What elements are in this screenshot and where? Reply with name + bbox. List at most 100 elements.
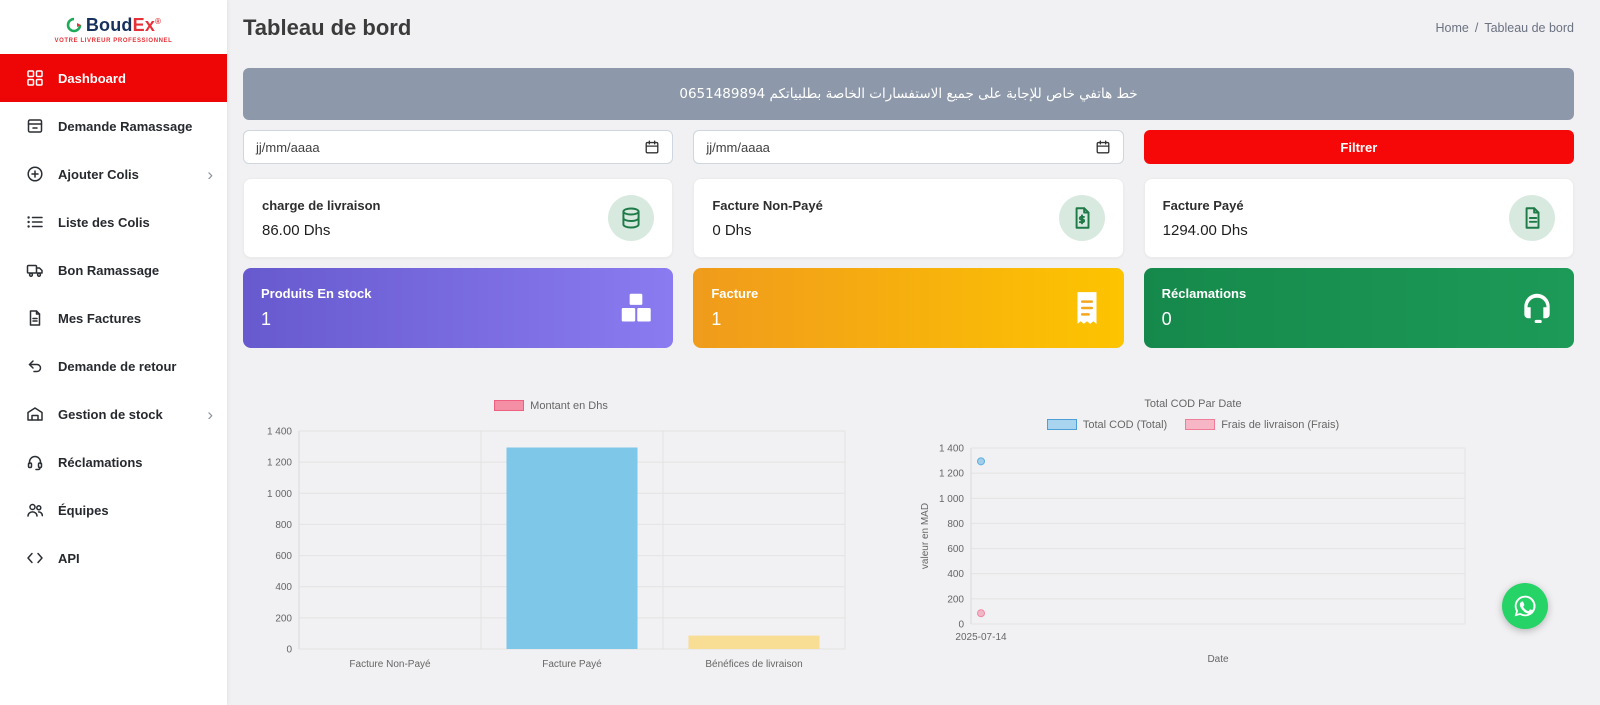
svg-text:800: 800 [947, 519, 964, 530]
dashboard-grid-icon [27, 70, 43, 86]
whatsapp-button[interactable] [1502, 583, 1548, 629]
stat-cards-row: charge de livraison 86.00 Dhs Facture No… [243, 178, 1574, 258]
date-from-input[interactable]: jj/mm/aaaa [243, 130, 674, 164]
svg-text:Bénéfices de livraison: Bénéfices de livraison [705, 659, 802, 670]
chevron-right-icon: › [207, 164, 213, 184]
color-card-reclamations: Réclamations 0 [1143, 268, 1574, 348]
breadcrumb-home[interactable]: Home [1436, 21, 1469, 35]
breadcrumb-separator: / [1474, 21, 1479, 35]
calendar-icon[interactable] [644, 139, 660, 155]
filter-button[interactable]: Filtrer [1143, 130, 1574, 164]
stat-card-charge-de-livraison: charge de livraison 86.00 Dhs [243, 178, 674, 258]
filter-bar: jj/mm/aaaa jj/mm/aaaa Filtrer [243, 130, 1574, 164]
parcel-boxes-icon [622, 293, 652, 322]
chevron-right-icon: › [207, 404, 213, 424]
parcel-list-icon [27, 216, 43, 228]
svg-text:Facture Payé: Facture Payé [542, 659, 602, 670]
pickup-slip-icon [26, 264, 43, 277]
color-cards-row: Produits En stock 1 Facture 1 Réclamatio… [243, 268, 1574, 348]
paid-invoice-icon [1509, 195, 1555, 241]
sidebar-menu: Dashboard Demande Ramassage Ajouter Coli… [0, 54, 227, 582]
sidebar-item-label: Mes Factures [58, 310, 142, 326]
line-chart-legend: Total COD (Total) Frais de livraison (Fra… [913, 417, 1473, 435]
coins-icon [608, 195, 655, 241]
brand-logo-icon [66, 17, 82, 33]
sidebar-item-label: API [58, 550, 80, 566]
stock-management-icon [27, 407, 43, 421]
sidebar-item-mes-factures[interactable]: Mes Factures [0, 294, 227, 342]
svg-text:0: 0 [958, 620, 964, 631]
sidebar-item-dashboard[interactable]: Dashboard [0, 54, 227, 102]
line-chart-canvas: 0 200 400 600 800 1 000 1 200 1 400 2025-07-14 Da… [920, 444, 1466, 665]
sidebar-item-liste-des-colis[interactable]: Liste des Colis [0, 198, 227, 246]
color-card-produits-en-stock: Produits En stock 1 [243, 268, 674, 348]
legend-item[interactable]: Montant en Dhs [494, 400, 608, 412]
svg-text:400: 400 [275, 582, 292, 593]
stat-card-value: 0 Dhs [712, 221, 752, 239]
sidebar-item-reclamations[interactable]: Réclamations [0, 438, 227, 486]
color-card-value: 1 [261, 309, 272, 329]
page-title: Tableau de bord [243, 15, 412, 40]
breadcrumb-current: Tableau de bord [1484, 21, 1574, 35]
svg-text:1 400: 1 400 [267, 427, 292, 438]
color-card-title: Réclamations [1161, 286, 1247, 301]
svg-text:200: 200 [275, 613, 292, 624]
add-parcel-icon [27, 166, 43, 182]
sidebar-item-label: Dashboard [58, 70, 126, 86]
bar-chart: Montant en Dhs 0 200 400 600 800 1 000 1 200 1 … [251, 398, 851, 680]
teams-icon [27, 503, 44, 517]
api-icon [27, 552, 43, 564]
sidebar-item-label: Gestion de stock [58, 406, 163, 422]
sidebar-item-label: Bon Ramassage [58, 262, 160, 278]
info-banner: خط هاتفي خاص للإجابة على جميع الاستفسارا… [243, 68, 1574, 120]
sidebar-item-demande-ramassage[interactable]: Demande Ramassage [0, 102, 227, 150]
svg-text:valeur en MAD: valeur en MAD [920, 503, 931, 569]
sidebar-item-label: Demande de retour [58, 358, 177, 374]
stat-card-title: charge de livraison [262, 197, 381, 213]
svg-text:1 000: 1 000 [939, 494, 964, 505]
date-from-placeholder: jj/mm/aaaa [256, 139, 320, 155]
sidebar-item-demande-de-retour[interactable]: Demande de retour [0, 342, 227, 390]
color-card-value: 0 [1161, 309, 1172, 329]
sidebar-item-label: Demande Ramassage [58, 118, 193, 134]
receipt-icon [1077, 292, 1097, 324]
stat-card-value: 1294.00 Dhs [1162, 221, 1248, 239]
sidebar-item-api[interactable]: API [0, 534, 227, 582]
svg-text:400: 400 [947, 569, 964, 580]
svg-text:200: 200 [947, 594, 964, 605]
line-chart-title: Total COD Par Date [1144, 398, 1242, 410]
brand-name: BoudEx® [85, 14, 162, 35]
sidebar-item-label: Équipes [58, 502, 109, 518]
headset-icon [1524, 293, 1550, 324]
svg-text:800: 800 [275, 520, 292, 531]
return-request-icon [28, 360, 42, 373]
svg-text:1 200: 1 200 [267, 458, 292, 469]
calendar-icon[interactable] [1095, 139, 1111, 155]
sidebar-item-ajouter-colis[interactable]: Ajouter Colis › [0, 150, 227, 198]
legend-item[interactable]: Total COD (Total) [1046, 419, 1167, 431]
legend-item[interactable]: Frais de livraison (Frais) [1185, 419, 1339, 431]
color-card-title: Facture [711, 286, 759, 301]
svg-text:Facture Non-Payé: Facture Non-Payé [349, 659, 431, 670]
sidebar-item-gestion-de-stock[interactable]: Gestion de stock › [0, 390, 227, 438]
svg-text:Date: Date [1207, 654, 1229, 665]
svg-text:1 200: 1 200 [939, 469, 964, 480]
date-to-input[interactable]: jj/mm/aaaa [693, 130, 1124, 164]
sidebar-item-label: Liste des Colis [58, 214, 150, 230]
brand-tagline: VOTRE LIVREUR PROFESSIONNEL [54, 37, 173, 44]
sidebar-item-label: Réclamations [58, 454, 143, 470]
svg-text:1 400: 1 400 [939, 444, 964, 455]
stat-card-title: Facture Payé [1162, 197, 1244, 213]
bar-chart-legend: Montant en Dhs [251, 398, 851, 416]
sidebar-item-bon-ramassage[interactable]: Bon Ramassage [0, 246, 227, 294]
stat-card-facture-non-paye: Facture Non-Payé 0 Dhs [693, 178, 1124, 258]
svg-text:600: 600 [275, 551, 292, 562]
sidebar-item-equipes[interactable]: Équipes [0, 486, 227, 534]
svg-text:2025-07-14: 2025-07-14 [955, 632, 1007, 643]
stat-card-title: Facture Non-Payé [712, 197, 823, 213]
svg-text:600: 600 [947, 544, 964, 555]
bar-chart-canvas: 0 200 400 600 800 1 000 1 200 1 400 Facture Non-… [267, 427, 846, 670]
sidebar: BoudEx® VOTRE LIVREUR PROFESSIONNEL Dash… [0, 0, 227, 705]
line-chart: Total COD Par Date Total COD (Total) Frai… [913, 398, 1473, 673]
brand-logo[interactable]: BoudEx® VOTRE LIVREUR PROFESSIONNEL [0, 0, 227, 52]
